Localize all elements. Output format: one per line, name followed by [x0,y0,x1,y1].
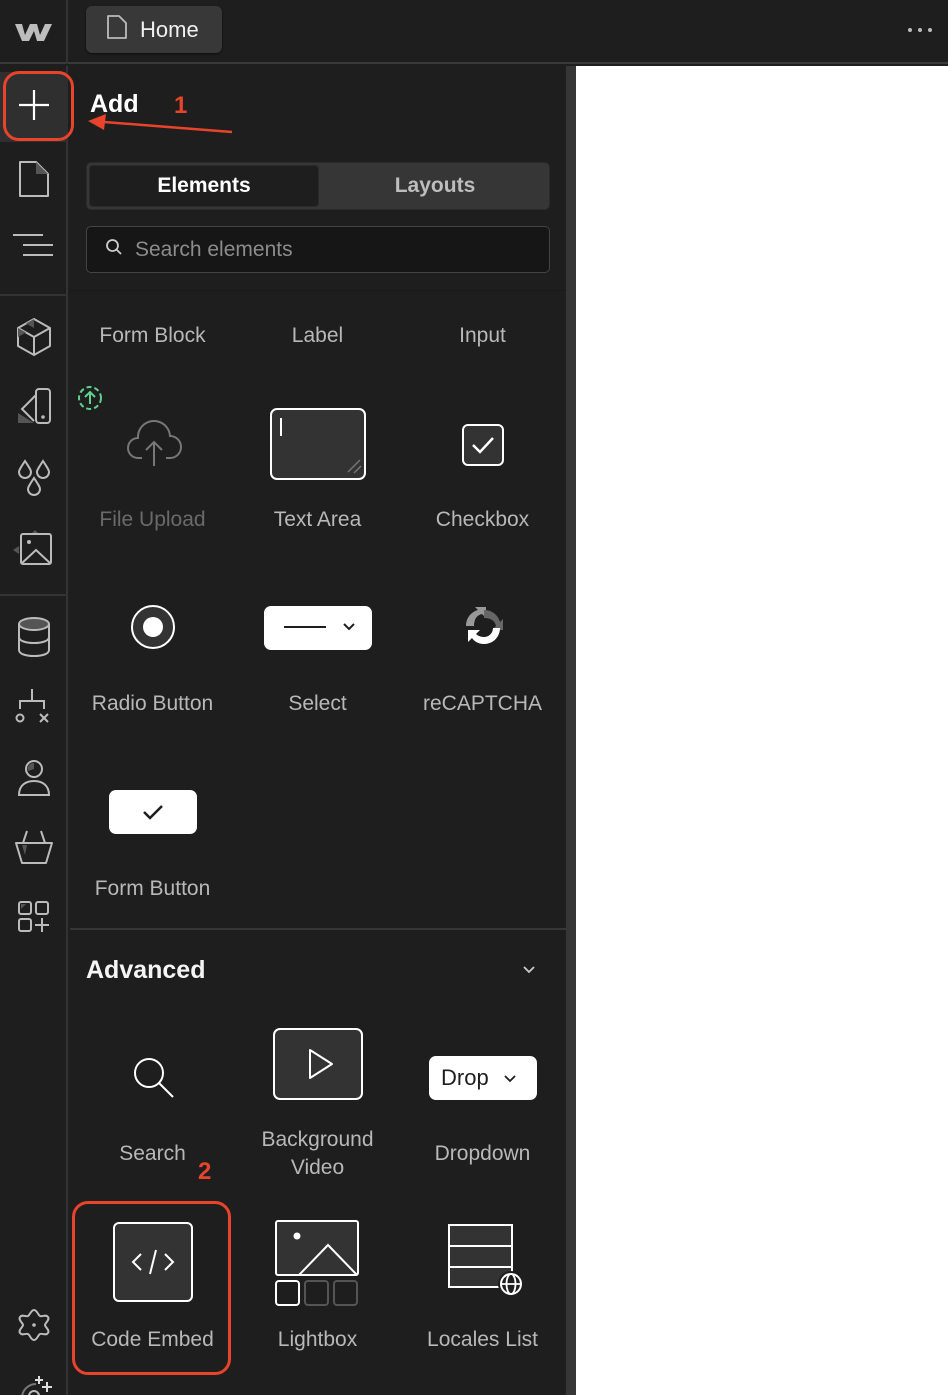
element-dropdown[interactable]: Drop Dropdown [400,1016,565,1186]
cloud-upload-icon [126,418,182,468]
rail-settings-button[interactable] [0,1292,68,1362]
page-selector-label: Home [140,16,199,42]
left-rail [0,66,68,1395]
element-label: Search [119,1142,186,1165]
element-label: File Upload [99,508,206,531]
element-label: Checkbox [435,508,530,531]
element-locales-list[interactable]: Locales List [400,1202,565,1372]
element-label: Select [288,692,347,715]
background-video-icon [273,1028,363,1100]
swatch-icon [16,387,52,432]
element-text-area[interactable]: Text Area [235,376,400,546]
locales-list-icon [448,1224,526,1298]
search-elements-input[interactable] [135,237,535,262]
apps-icon [16,899,52,940]
add-panel: Add Elements Layouts Form Block Label In… [70,66,566,1395]
element-label: Dropdown [434,1142,531,1165]
settings-gear-icon [16,1307,52,1348]
search-icon [105,238,123,261]
rail-collaborators-button[interactable] [0,1364,68,1395]
flow-icon [14,687,54,732]
cube-icon [16,317,52,362]
element-input[interactable]: Input [400,322,565,350]
design-canvas[interactable] [576,66,948,1395]
upgrade-upload-badge-icon [76,384,104,412]
element-label: reCAPTCHA [422,692,543,715]
annotation-highlight-code-embed [72,1201,231,1375]
element-radio-button[interactable]: Radio Button [70,566,235,726]
element-label: Form Button [94,877,211,900]
element-label[interactable]: Label [235,322,400,350]
database-icon [16,616,52,663]
element-checkbox[interactable]: Checkbox [400,376,565,546]
rail-users-button[interactable] [0,744,68,814]
rail-assets-button[interactable] [0,514,68,584]
tab-layouts[interactable]: Layouts [321,163,549,209]
element-file-upload[interactable]: File Upload [70,376,235,546]
element-label: Lightbox [277,1328,358,1351]
page-icon [18,160,50,203]
panel-tabs: Elements Layouts [86,162,550,210]
rail-navigator-button[interactable] [0,212,68,282]
rail-cms-button[interactable] [0,604,68,674]
search-elements-field [86,226,550,273]
basket-icon [14,827,54,872]
element-label: Video [290,1156,345,1179]
image-icon [13,526,55,573]
page-selector-button[interactable]: Home [86,6,222,53]
element-label: Locales List [427,1328,538,1351]
form-button-icon [109,790,197,834]
element-form-block[interactable]: Form Block [70,322,235,350]
annotation-arrow [88,114,233,134]
search-element-icon [130,1054,176,1100]
chevron-down-icon[interactable] [522,961,536,979]
textarea-icon [270,408,366,480]
annotation-highlight-add [3,71,74,141]
advanced-section-title: Advanced [86,955,206,984]
top-bar: Home [0,0,948,64]
panel-scrollbar[interactable] [566,66,576,1395]
navigator-icon [13,232,55,263]
element-label: Text Area [273,508,362,531]
more-horizontal-icon[interactable] [908,22,932,38]
element-recaptcha[interactable]: reCAPTCHA [400,566,565,726]
element-select[interactable]: Select [235,566,400,726]
rail-pages-button[interactable] [0,146,68,216]
element-background-video[interactable]: Background Video [235,1016,400,1186]
drops-icon [16,457,52,502]
add-collaborator-icon [16,1374,52,1395]
checkbox-icon [462,424,504,466]
webflow-logo[interactable] [0,0,68,64]
page-icon [106,14,128,46]
element-label: Input [459,324,506,347]
user-icon [16,757,52,802]
element-lightbox[interactable]: Lightbox [235,1202,400,1372]
rail-ecommerce-button[interactable] [0,814,68,884]
rail-variables-button[interactable] [0,444,68,514]
element-form-button[interactable]: Form Button [70,756,235,906]
radio-button-icon [130,604,176,650]
element-label: Background [261,1128,374,1151]
element-label: Radio Button [91,692,214,715]
tab-elements[interactable]: Elements [89,165,319,207]
lightbox-icon [275,1220,361,1308]
advanced-section-header[interactable]: Advanced [86,952,550,988]
section-divider [70,928,566,930]
recaptcha-icon [462,606,504,648]
dropdown-icon: Drop [429,1056,537,1100]
rail-logic-button[interactable] [0,674,68,744]
rail-apps-button[interactable] [0,884,68,954]
rail-style-button[interactable] [0,374,68,444]
element-label: Label [291,324,344,347]
rail-components-button[interactable] [0,304,68,374]
element-label: Form Block [99,324,206,347]
annotation-step-2: 2 [198,1158,212,1185]
select-icon [264,606,372,650]
dropdown-icon-text: Drop [441,1065,489,1090]
